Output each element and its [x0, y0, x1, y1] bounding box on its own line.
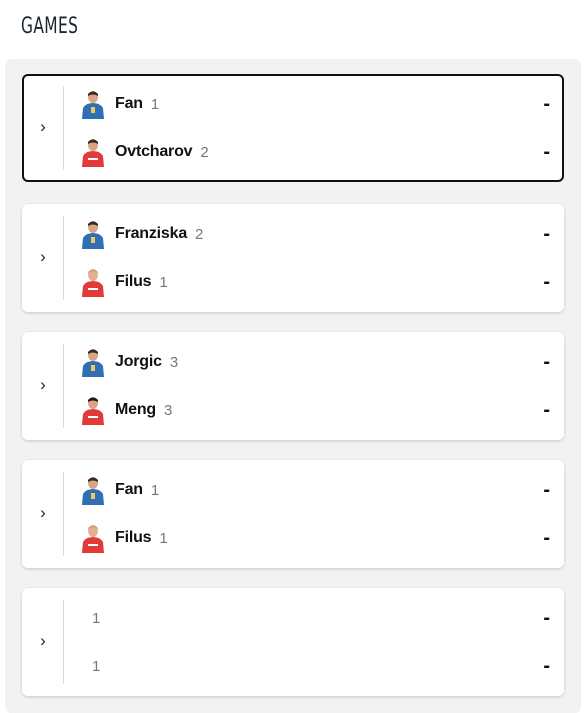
- chevron-right-icon[interactable]: ›: [35, 632, 51, 650]
- player-name: Ovtcharov: [115, 143, 193, 160]
- player-sets: 2: [195, 225, 204, 243]
- player-sets: 1: [150, 95, 160, 113]
- home-player-row: Franziska 2 -: [80, 218, 550, 250]
- away-player-row: Ovtcharov 2 -: [80, 136, 550, 168]
- player-sets: 1: [159, 529, 168, 547]
- chevron-right-icon[interactable]: ›: [35, 376, 51, 394]
- game-card[interactable]: › Fan 1 - Filus 1 -: [22, 460, 564, 568]
- player-name: Meng: [115, 401, 156, 418]
- red-jersey-player-icon: [82, 139, 104, 167]
- section-title: GAMES: [21, 14, 79, 39]
- away-player-row: Meng 3 -: [80, 394, 550, 426]
- blue-jersey-player-icon: [82, 91, 104, 119]
- chevron-right-icon[interactable]: ›: [35, 504, 51, 522]
- game-card[interactable]: › Franziska 2 - Filus 1 -: [22, 204, 564, 312]
- away-player-row: 1 -: [80, 650, 550, 682]
- home-player-row: Fan 1 -: [80, 88, 550, 120]
- player-sets: 3: [169, 353, 179, 371]
- game-score: -: [543, 398, 550, 421]
- player-name: Fan: [115, 95, 143, 112]
- player-name: Fan: [115, 481, 143, 498]
- player-sets: 1: [150, 481, 160, 499]
- game-card[interactable]: › Fan 1 - Ovtcharov 2 -: [22, 74, 564, 182]
- away-player-row: Filus 1 -: [80, 522, 550, 554]
- blue-jersey-player-icon: [82, 477, 104, 505]
- divider: [63, 86, 64, 170]
- game-score: -: [543, 606, 550, 629]
- game-score: -: [543, 140, 550, 163]
- blue-jersey-player-icon: [82, 221, 104, 249]
- away-player-row: Filus 1 -: [80, 266, 550, 298]
- chevron-right-icon[interactable]: ›: [35, 248, 51, 266]
- home-player-row: Jorgic 3 -: [80, 346, 550, 378]
- red-jersey-player-icon: [82, 397, 104, 425]
- game-card[interactable]: › Jorgic 3 - Meng 3 -: [22, 332, 564, 440]
- player-sets: 3: [163, 401, 173, 419]
- player-sets: 1: [92, 609, 101, 627]
- player-sets: 1: [92, 657, 101, 675]
- player-name: Filus: [115, 529, 152, 546]
- chevron-right-icon[interactable]: ›: [35, 118, 51, 136]
- red-jersey-player-icon: [82, 525, 104, 553]
- divider: [63, 472, 64, 556]
- blue-jersey-player-icon: [82, 349, 104, 377]
- divider: [63, 344, 64, 428]
- game-score: -: [543, 478, 550, 501]
- red-jersey-player-icon: [82, 269, 104, 297]
- game-card[interactable]: › 1 - 1 -: [22, 588, 564, 696]
- player-name: Filus: [115, 273, 152, 290]
- home-player-row: 1 -: [80, 602, 550, 634]
- player-name: Franziska: [115, 225, 188, 242]
- home-player-row: Fan 1 -: [80, 474, 550, 506]
- game-score: -: [543, 654, 550, 677]
- player-sets: 1: [159, 273, 168, 291]
- game-score: -: [543, 350, 550, 373]
- game-score: -: [543, 270, 550, 293]
- divider: [63, 600, 64, 684]
- player-sets: 2: [200, 143, 209, 161]
- game-score: -: [543, 222, 550, 245]
- game-score: -: [543, 92, 550, 115]
- player-name: Jorgic: [115, 353, 162, 370]
- divider: [63, 216, 64, 300]
- game-score: -: [543, 526, 550, 549]
